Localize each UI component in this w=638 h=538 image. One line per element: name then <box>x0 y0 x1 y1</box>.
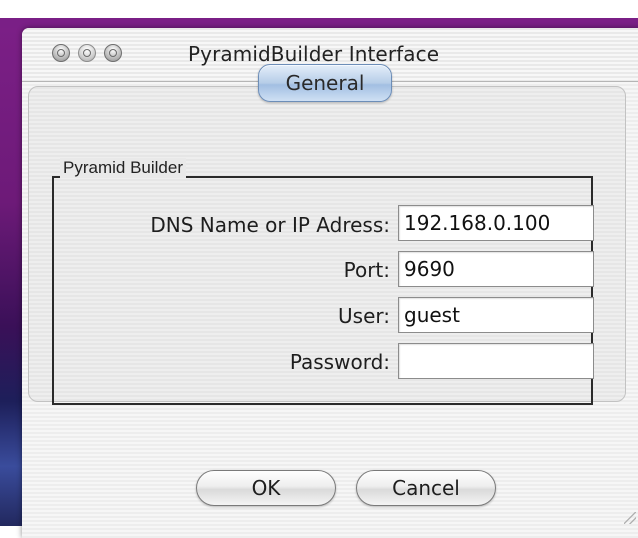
password-label: Password: <box>289 350 390 374</box>
ok-button[interactable]: OK <box>196 470 336 506</box>
user-label: User: <box>338 304 390 328</box>
close-window-icon[interactable] <box>52 44 70 62</box>
zoom-window-icon[interactable] <box>104 44 122 62</box>
group-title: Pyramid Builder <box>60 158 186 178</box>
port-field[interactable]: 9690 <box>398 251 594 287</box>
tab-general[interactable]: General <box>258 64 392 102</box>
minimize-window-icon[interactable] <box>78 44 96 62</box>
dns-field[interactable]: 192.168.0.100 <box>398 205 594 241</box>
password-field[interactable] <box>398 343 594 379</box>
resize-grip-icon[interactable] <box>624 512 636 524</box>
dns-label: DNS Name or IP Adress: <box>150 213 390 237</box>
cancel-button[interactable]: Cancel <box>356 470 496 506</box>
window-title: PyramidBuilder Interface <box>188 42 440 66</box>
port-label: Port: <box>343 258 390 282</box>
user-field[interactable]: guest <box>398 297 594 333</box>
